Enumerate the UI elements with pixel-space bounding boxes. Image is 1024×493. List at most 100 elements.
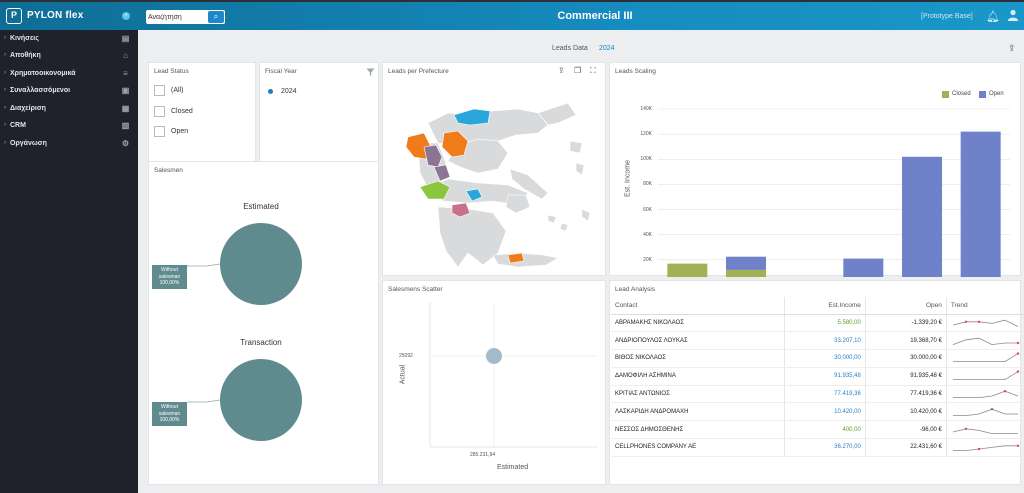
export-icon[interactable]: ⇪ [558,66,565,75]
bar-open-4[interactable] [902,156,942,277]
sidebar-item-label: Αποθήκη [10,52,41,59]
coins-icon: ≡ [123,69,128,78]
table-row[interactable]: ΑΒΡΑΜΑΚΗΣ ΝΙΚΟΛΑΟΣ 5.580,00 -1.339,20 € [611,314,1024,333]
fiscal-year-option[interactable]: 2024 [281,88,297,95]
checkbox[interactable] [154,126,165,137]
user-icon[interactable] [1007,9,1019,24]
table-row[interactable]: ΒΙΘΟΣ ΝΙΚΟΛΑΟΣ 30.000,00 30.000,00 € [611,349,1024,368]
trend-point [1016,370,1020,374]
bar-open-1[interactable] [726,256,766,270]
trend-sparkline [952,407,1018,416]
leads-per-prefecture-panel: Leads per Prefecture ⇪ ❐ ⛶ [382,62,606,276]
dashboard-year: 2024 [599,45,615,52]
trend-sparkline [952,427,1018,434]
panel-title: Lead Status [154,68,189,75]
cell-open: 10.420,00 € [865,402,947,422]
top-bar: P PYLON flex + ⌕ Commercial III [Prototy… [0,0,1024,30]
sidebar-item-label: Κινήσεις [10,35,39,42]
copy-icon[interactable]: ❐ [574,66,581,75]
sidebar-item-synallassomenoi[interactable]: › Συναλλασσόμενοι ▣ [0,82,138,100]
trend-point [977,448,981,451]
fullscreen-icon[interactable]: ⛶ [590,66,596,76]
trend-line [952,319,1019,327]
pie-title-transaction: Transaction [240,338,282,347]
cell-contact: ΚΡΙΤΙΑΣ ΑΝΤΩΝΙΟΣ [611,385,785,404]
export-icon[interactable]: ⇪ [1008,43,1016,54]
map-region-chios [575,162,585,176]
checkbox[interactable] [154,106,165,117]
panel-title: Fiscal Year [265,68,297,75]
document-icon: ▤ [121,34,130,43]
sidebar-item-diaxeirisi[interactable]: › Διαχείριση ▦ [0,100,138,118]
pie-label-leader-line [187,399,221,403]
trend-point [977,320,981,323]
cell-est-income: 5.580,00 [784,314,866,333]
scatter-point[interactable] [486,348,502,364]
leads-scaling-panel: Leads Scaling Closed Open Est. Income 0K… [609,62,1021,297]
column-header-contact[interactable]: Contact [611,297,785,315]
bar-closed-1[interactable] [726,269,766,277]
map-region-dodecanese [581,208,591,222]
chevron-right-icon: › [4,140,6,146]
checkbox[interactable] [154,85,165,96]
table-row[interactable]: ΔΑΜΟΦΙΛΗ ΑΣΗΜΙΝΑ 91.935,48 91.935,48 € [611,367,1024,386]
scatter-x-label: Estimated [497,464,529,471]
sidebar-item-xrimatooikonomika[interactable]: › Χρηματοοικονομικά ≡ [0,65,138,83]
trend-line [952,353,1019,363]
table-row[interactable]: ΚΡΙΤΙΑΣ ΑΝΤΩΝΙΟΣ 77.419,36 77.419,36 € [611,385,1024,404]
lead-analysis-table: Contact Est.Income Open Trend ΑΒΡΑΜΑΚΗΣ … [611,297,1024,457]
pie-slice-without-salesman[interactable] [220,359,302,441]
trend-point [990,407,994,411]
column-header-trend[interactable]: Trend [946,297,1024,315]
cell-trend [946,402,1024,422]
sidebar-item-organosi[interactable]: › Οργάνωση ⚙︎ [0,135,138,153]
prototype-base-link[interactable]: [Prototype Base] [921,13,973,20]
chevron-right-icon: › [4,35,6,41]
table-row[interactable]: CELLPHONES COMPANY AE 36.270,00 22.431,60 … [611,438,1024,457]
cell-open: -1.339,20 € [865,314,947,333]
sidebar: › Κινήσεις ▤ › Αποθήκη ⌂ › Χρηματοοικονο… [0,30,138,493]
cell-est-income: 33.207,10 [784,331,866,351]
trend-sparkline [952,319,1019,327]
panel-title: Salesmen [154,167,183,174]
crm-icon: ▧ [121,121,130,130]
bar-open-5[interactable] [960,131,1001,277]
clear-filter-icon[interactable] [366,68,375,77]
trend-line [952,371,1019,381]
column-header-open[interactable]: Open [865,297,947,315]
sidebar-item-kiniseis[interactable]: › Κινήσεις ▤ [0,30,138,48]
map-region-cyclades-1 [547,214,557,224]
trend-line [952,428,1018,434]
cell-open: 91.935,48 € [865,367,947,386]
sidebar-item-apothiki[interactable]: › Αποθήκη ⌂ [0,47,138,65]
sidebar-item-label: Διαχείριση [10,105,46,112]
radio-selected-icon[interactable] [268,89,273,94]
trend-sparkline [952,445,1020,452]
scatter-y-label: Actual [399,364,407,385]
table-row[interactable]: ΝΕΣΣΟΣ ΔΗΜΟΣΘΕΝΗΣ 400,00 -96,00 € [611,420,1024,440]
greece-map[interactable] [398,83,598,275]
map-region-lesvos [569,140,583,154]
pie-slice-without-salesman[interactable] [220,223,302,305]
table-row[interactable]: ΛΑΣΚΑΡΙΔΗ ΑΝΔΡΟΜΑΧΗ 10.420,00 10.420,00 € [611,402,1024,422]
cell-contact: ΝΕΣΣΟΣ ΔΗΜΟΣΘΕΝΗΣ [611,420,785,440]
cell-est-income: 36.270,00 [784,438,866,457]
cell-trend [946,367,1024,386]
table-row[interactable]: ΑΝΔΡΙΟΠΟΥΛΟΣ ΛΟΥΚΑΣ 33.207,10 19.368,70 € [611,331,1024,351]
bell-icon[interactable]: 🔔︎ [986,10,1000,23]
bar-open-3[interactable] [843,258,884,277]
cell-contact: ΑΒΡΑΜΑΚΗΣ ΝΙΚΟΛΑΟΣ [611,314,785,333]
trend-line [952,337,1018,345]
cell-trend [946,349,1024,368]
trend-line [952,390,1019,399]
trend-point [964,427,968,430]
column-header-est-income[interactable]: Est.Income [784,297,866,315]
bar-closed-0[interactable] [667,263,708,277]
cell-est-income: 77.419,36 [784,385,866,404]
leads-scaling-chart [658,108,1010,277]
cell-est-income: 30.000,00 [784,349,866,368]
trend-point [964,320,968,323]
panel-title: Leads per Prefecture [388,68,449,75]
sidebar-item-crm[interactable]: › CRM ▧ [0,117,138,135]
trend-point [1016,341,1020,344]
